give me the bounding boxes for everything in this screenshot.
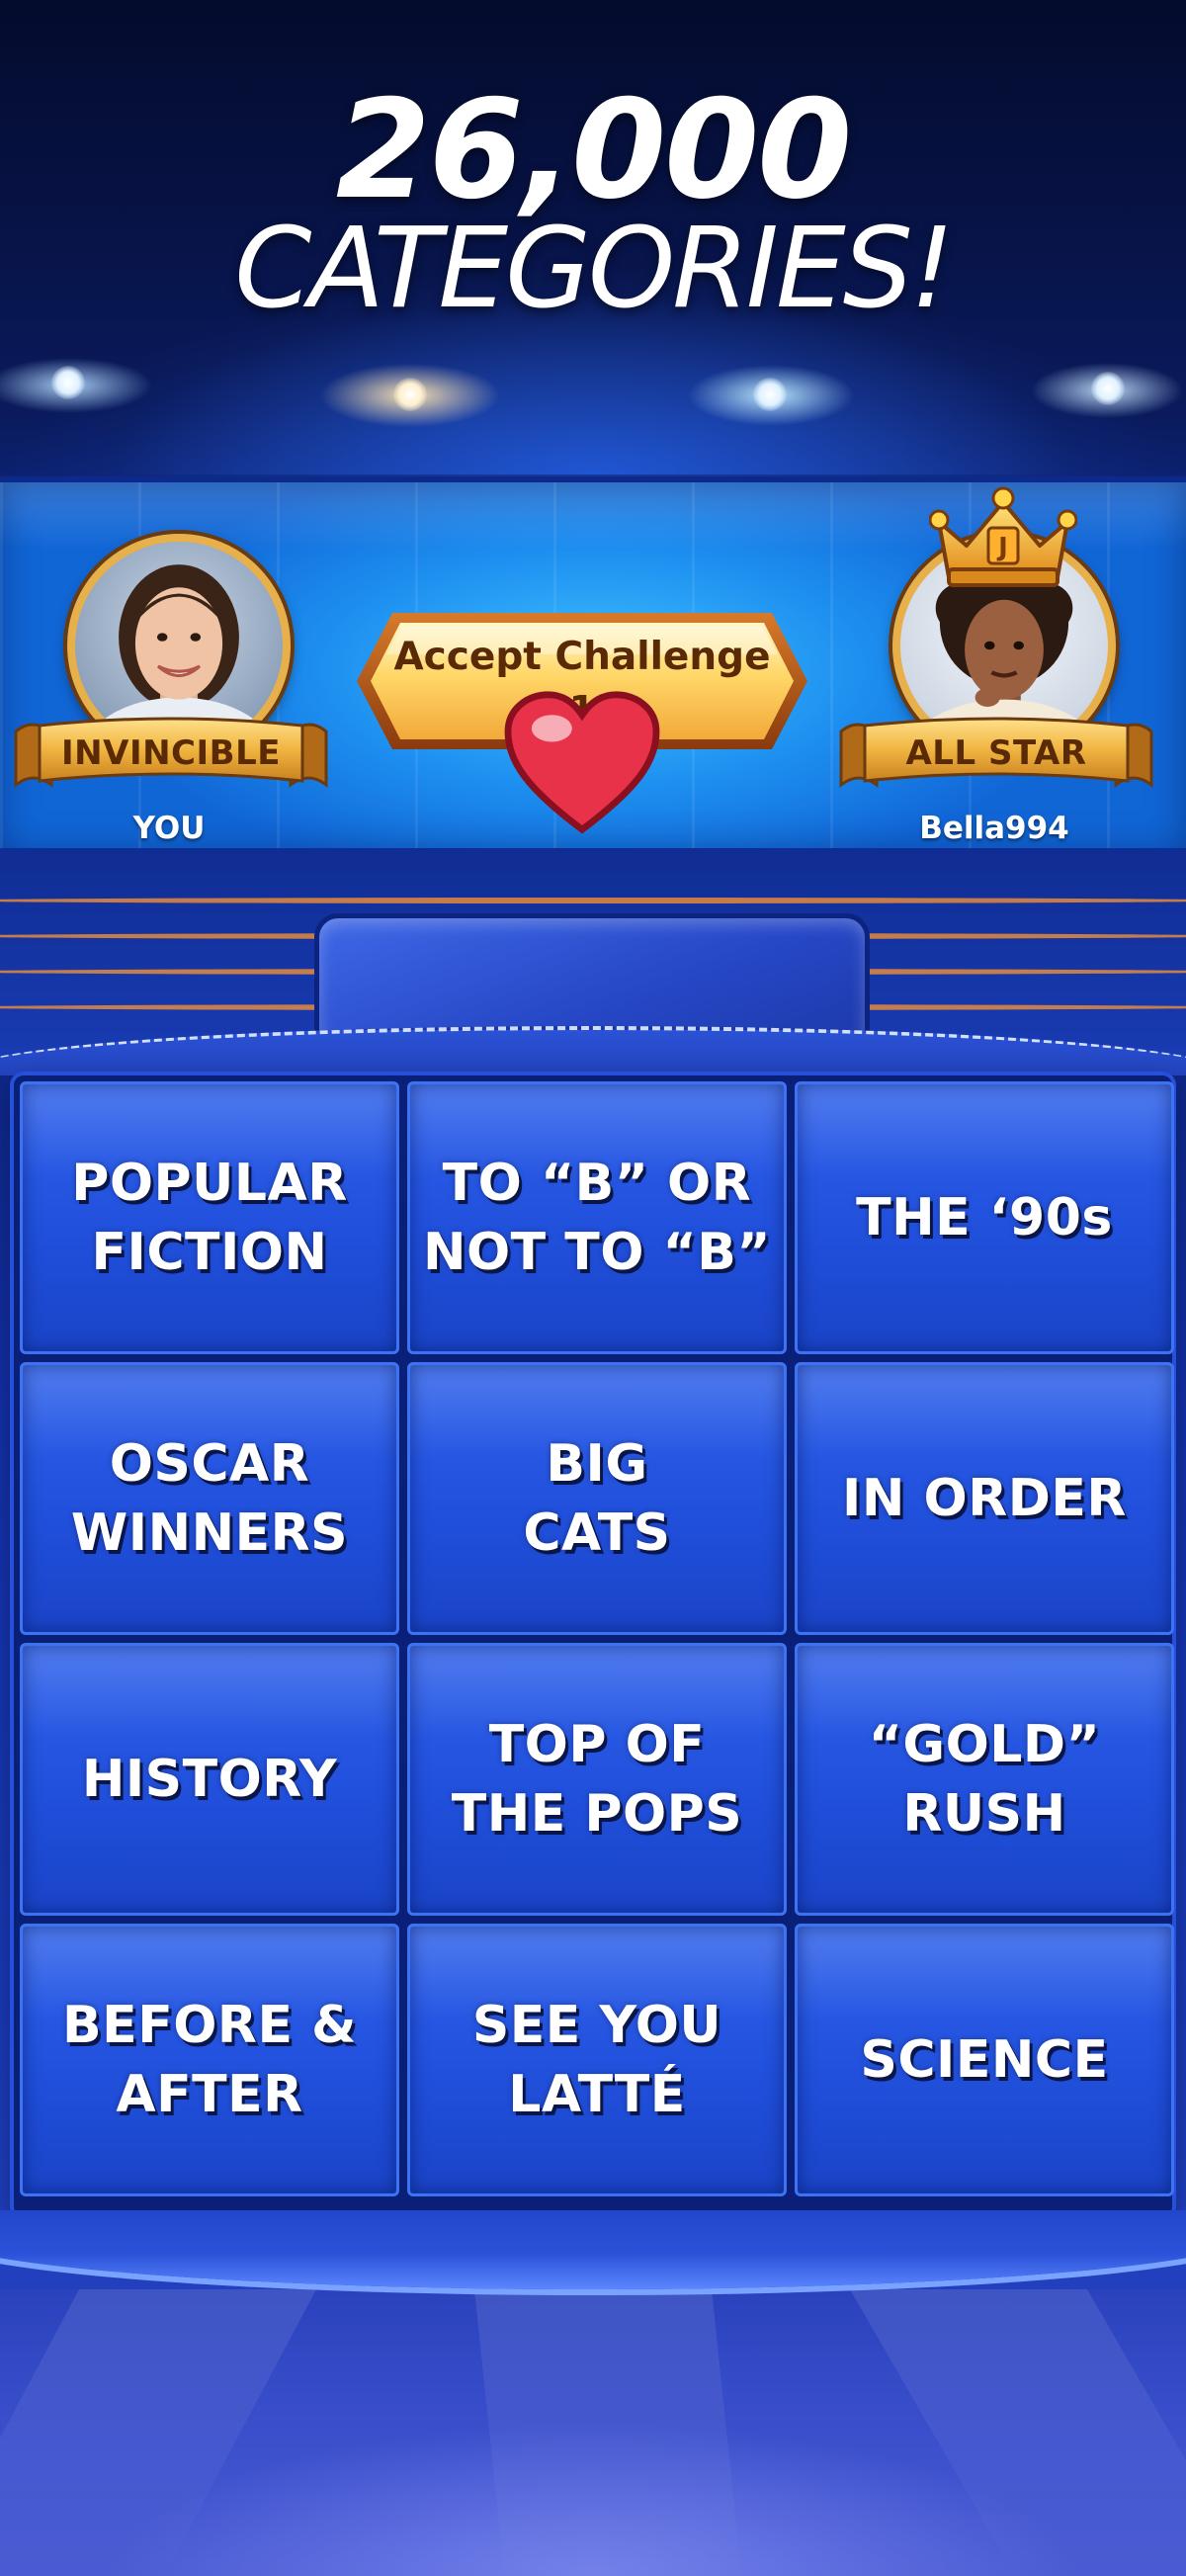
category-label: BIG CATS	[523, 1434, 671, 1563]
category-tile[interactable]: OSCAR WINNERS	[20, 1362, 399, 1635]
category-label: HISTORY	[81, 1750, 338, 1809]
category-tile[interactable]: HISTORY	[20, 1643, 399, 1916]
board-base-rim	[0, 2210, 1186, 2289]
category-tile[interactable]: TOP OF THE POPS	[407, 1643, 787, 1916]
category-label: BEFORE & AFTER	[62, 1996, 357, 2124]
category-tile[interactable]: POPULAR FICTION	[20, 1081, 399, 1354]
category-tile[interactable]: BEFORE & AFTER	[20, 1924, 399, 2196]
category-tile[interactable]: TO “B” OR NOT TO “B”	[407, 1081, 787, 1354]
player-you[interactable]: INVINCIBLE YOU	[10, 504, 328, 846]
category-label: SCIENCE	[860, 2030, 1109, 2090]
category-board: POPULAR FICTION TO “B” OR NOT TO “B” THE…	[14, 1075, 1174, 2216]
category-label: OSCAR WINNERS	[70, 1434, 349, 1563]
category-label: SEE YOU LATTÉ	[471, 1996, 722, 2124]
rank-banner: ALL STAR	[837, 712, 1155, 795]
lives-cost: 1	[353, 688, 811, 834]
category-tile[interactable]: THE ‘90s	[795, 1081, 1174, 1354]
category-tile[interactable]: BIG CATS	[407, 1362, 787, 1635]
player-opponent[interactable]: J ALL STAR Bella994	[835, 486, 1153, 846]
hero-subtitle: CATEGORIES!	[234, 205, 954, 333]
stage-floor	[0, 2210, 1186, 2576]
category-tile[interactable]: SEE YOU LATTÉ	[407, 1924, 787, 2196]
challenge-banner: INVINCIBLE YOU Accept Challenge J ALL ST…	[0, 476, 1186, 862]
crown-icon: J	[929, 486, 1077, 587]
accept-challenge-label: Accept Challenge	[393, 635, 771, 679]
category-tile[interactable]: IN ORDER	[795, 1362, 1174, 1635]
category-label: THE ‘90s	[856, 1188, 1113, 1247]
rank-banner: INVINCIBLE	[12, 712, 330, 795]
category-tile[interactable]: “GOLD” RUSH	[795, 1643, 1174, 1916]
category-label: TOP OF THE POPS	[451, 1715, 743, 1844]
spotlight	[393, 378, 427, 411]
player-name: YOU	[132, 811, 206, 846]
hero-section: 26,000 CATEGORIES!	[0, 0, 1186, 474]
challenge-screen: 26,000 CATEGORIES! INVINCIBLE YOU Accept…	[0, 0, 1186, 2576]
stage-backdrop	[0, 848, 1186, 1075]
accept-challenge-button[interactable]: Accept Challenge 1	[353, 607, 811, 834]
rank-label: INVINCIBLE	[61, 733, 281, 773]
category-tile[interactable]: SCIENCE	[795, 1924, 1174, 2196]
crown-letter: J	[996, 533, 1008, 562]
player-name: Bella994	[919, 811, 1069, 846]
category-label: TO “B” OR NOT TO “B”	[422, 1154, 772, 1282]
rank-label: ALL STAR	[905, 733, 1087, 773]
category-label: POPULAR FICTION	[71, 1154, 348, 1282]
category-label: IN ORDER	[842, 1469, 1127, 1528]
spotlight	[1091, 372, 1125, 405]
spotlight	[51, 366, 85, 399]
category-label: “GOLD” RUSH	[868, 1715, 1101, 1844]
hero-count: 26,000	[335, 70, 853, 229]
spotlight	[753, 378, 787, 411]
heart-icon	[504, 691, 660, 834]
